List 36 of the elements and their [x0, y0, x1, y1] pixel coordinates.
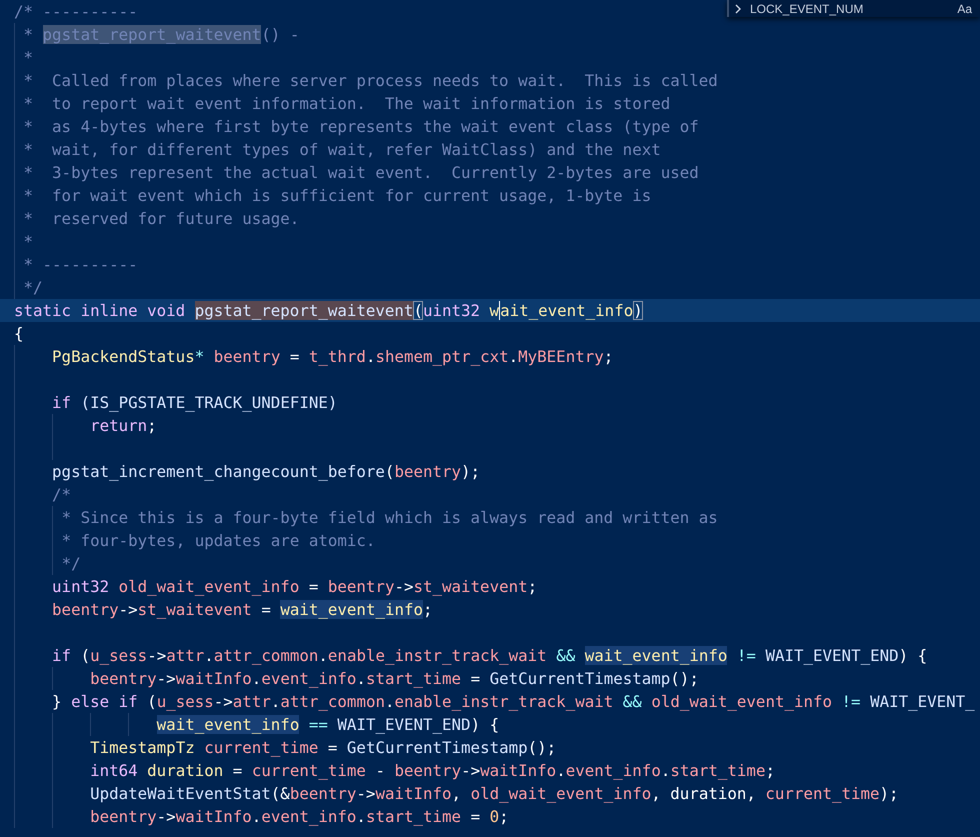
code-comment-line: * four-bytes, updates are atomic. — [60, 530, 376, 552]
code-line: } else if (u_sess->attr.attr_common.enable_instr_track_wait && old_wait_event_info != WAIT_EVENT_ — [51, 691, 975, 713]
code-line: uint32 old_wait_event_info = beentry->st_waitevent; — [51, 576, 538, 598]
code-line: beentry->waitInfo.event_info.start_time = GetCurrentTimestamp(); — [89, 668, 699, 690]
code-comment-line: * for wait event which is sufficient for current usage, 1-byte is — [22, 185, 652, 207]
chevron-right-icon[interactable] — [735, 4, 742, 14]
code-comment-line: */ — [22, 277, 43, 299]
code-comment-line: * reserved for future usage. — [22, 208, 300, 230]
code-comment-line: * to report wait event information. The wait information is stored — [22, 93, 670, 115]
code-comment-line: * as 4-bytes where first byte represents the wait event class (type of — [22, 116, 699, 138]
code-comment-line: */ — [60, 553, 81, 575]
code-comment-line: * — [22, 47, 34, 69]
code-comment-line: * ---------- — [22, 254, 138, 276]
code-line: beentry->waitInfo.event_info.start_time = 0; — [89, 806, 509, 828]
code-line: int64 duration = current_time - beentry->waitInfo.event_info.start_time; — [89, 760, 775, 782]
find-input-field[interactable]: LOCK_EVENT_NUM — [750, 2, 950, 16]
code-comment-line: * Called from places where server process needs to wait. This is called — [22, 70, 718, 92]
code-line: pgstat_increment_changecount_before(beentry); — [51, 461, 480, 483]
code-comment-line: * 3-bytes represent the actual wait event. Currently 2-bytes are used — [22, 162, 699, 184]
code-line: beentry->st_waitevent = wait_event_info; — [51, 599, 433, 621]
code-line: PgBackendStatus* beentry = t_thrd.shemem_ptr_cxt.MyBEEntry; — [51, 346, 614, 368]
code-comment-line: /* — [51, 484, 72, 506]
code-comment-line: * pgstat_report_waitevent() - — [22, 24, 300, 46]
code-line: wait_event_info == WAIT_EVENT_END) { — [156, 714, 500, 736]
code-line: static inline void pgstat_report_waitevent(uint32 wait_event_info) — [14, 300, 643, 322]
code-line: { — [14, 323, 24, 345]
code-line: if (u_sess->attr.attr_common.enable_instr_track_wait && wait_event_info != WAIT_EVENT_END) { — [51, 645, 928, 667]
code-comment-line: * — [22, 231, 34, 253]
code-line: TimestampTz current_time = GetCurrentTimestamp(); — [89, 737, 556, 759]
code-comment-line: * Since this is a four-byte field which is always read and written as — [60, 507, 718, 529]
code-line: if (IS_PGSTATE_TRACK_UNDEFINE) — [51, 392, 338, 414]
match-case-toggle[interactable]: Aa — [957, 2, 980, 16]
code-comment-line: * wait, for different types of wait, refer WaitClass) and the next — [22, 139, 661, 161]
code-comment-line: /* ---------- — [14, 1, 138, 23]
code-line: UpdateWaitEventStat(&beentry->waitInfo, old_wait_event_info, duration, current_time); — [89, 783, 899, 805]
code-line: return; — [89, 415, 157, 437]
